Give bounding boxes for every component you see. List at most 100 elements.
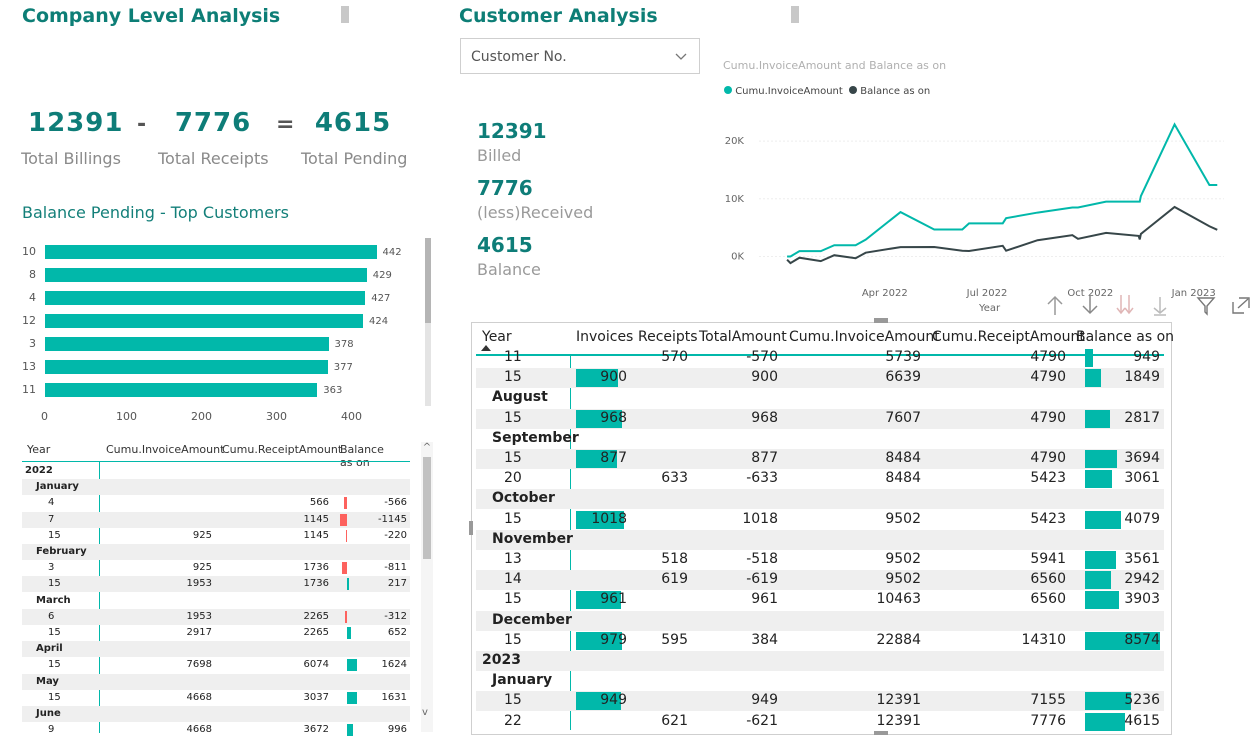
lm-table-row[interactable]: 6 1953 2265 -312 (22, 608, 410, 625)
lm-table-row[interactable]: 15 1953 1736 217 (22, 576, 410, 593)
matrix-resize-handle-left[interactable] (469, 521, 473, 535)
scroll-down-icon[interactable]: v (422, 707, 428, 718)
rm-row-label: 15 (504, 510, 522, 527)
lm-table-row[interactable]: 9 4668 3672 996 (22, 722, 410, 738)
rm-row-label: 15 (504, 369, 522, 386)
rm-cell-inv: 961 (600, 591, 627, 608)
rm-group-row[interactable]: January (476, 671, 1164, 691)
rm-header-receipts[interactable]: Receipts (638, 329, 698, 345)
lm-table-row[interactable]: 15 4668 3037 1631 (22, 690, 410, 706)
lm-group-row[interactable]: March (22, 593, 410, 609)
rm-row-label: 15 (504, 591, 522, 608)
series-line-balance[interactable] (786, 205, 1218, 265)
rm-table-row[interactable]: 13 518 -518 9502 5941 3561 (476, 550, 1164, 570)
rm-table-row[interactable]: 15 979 595 384 22884 14310 8574 (476, 631, 1164, 651)
lm-group-row[interactable]: May (22, 673, 410, 690)
customer-dropdown[interactable]: Customer No. (460, 38, 700, 74)
bar-customer-10[interactable] (45, 245, 377, 259)
legend-balance-label[interactable]: Balance as on (860, 86, 930, 97)
rm-group-row[interactable]: October (476, 489, 1164, 510)
rm-cell-inv: 1018 (591, 510, 627, 527)
rm-header-cumu-receipt[interactable]: Cumu.ReceiptAmount (932, 329, 1085, 345)
rm-group-row[interactable]: November (476, 529, 1164, 550)
customer-title-handle[interactable] (791, 6, 799, 23)
lm-group-row[interactable]: January (22, 479, 410, 496)
rm-balance-databar (1085, 450, 1118, 468)
bar-value-label: 378 (334, 339, 354, 350)
lm-table-row[interactable]: 15 2917 2265 652 (22, 625, 410, 641)
scroll-up-icon[interactable]: ^ (421, 442, 433, 453)
lm-table-row[interactable]: 15 925 1145 -220 (22, 528, 410, 544)
lm-row-label: January (36, 481, 79, 493)
bar-customer-11[interactable] (45, 383, 318, 397)
rm-table-row[interactable]: 11 570 -570 5739 4790 949 (476, 348, 1164, 368)
bar-category-label: 3 (29, 337, 36, 350)
filter-icon[interactable] (1196, 295, 1216, 317)
bar-customer-3[interactable] (45, 337, 329, 351)
company-title-handle[interactable] (341, 6, 349, 23)
legend-invoice-label[interactable]: Cumu.InvoiceAmount (735, 86, 843, 97)
lm-row-label: June (36, 708, 61, 719)
lm-group-row[interactable]: June (22, 706, 410, 722)
rm-group-row[interactable]: September (476, 429, 1164, 449)
rm-cell-cinv: 6639 (885, 369, 921, 386)
rm-table-row[interactable]: 22 621 -621 12391 7776 4615 (476, 712, 1164, 732)
rm-table-row[interactable]: 15 1018 1018 9502 5423 4079 (476, 510, 1164, 530)
lm-header-cumu-invoice[interactable]: Cumu.InvoiceAmount (106, 443, 224, 456)
rm-table-row[interactable]: 15 961 961 10463 6560 3903 (476, 590, 1164, 610)
matrix-resize-handle-bottom[interactable] (874, 731, 888, 735)
rm-row-label: October (492, 490, 555, 507)
rm-table-row[interactable]: 15 968 968 7607 4790 2817 (476, 408, 1164, 429)
bar-customer-13[interactable] (45, 360, 328, 374)
lm-table-row[interactable]: 15 7698 6074 1624 (22, 657, 410, 673)
rm-header-invoices[interactable]: Invoices (576, 329, 633, 345)
rm-table-row[interactable]: 15 949 949 12391 7155 5236 (476, 691, 1164, 712)
bar-customer-4[interactable] (45, 291, 366, 305)
rm-header-year[interactable]: Year (482, 329, 512, 345)
drill-down-icon[interactable] (1080, 294, 1100, 316)
bar-customer-8[interactable] (45, 268, 367, 282)
left-matrix-scrollbar[interactable]: ^ v (421, 442, 433, 732)
rm-cell-tot: -619 (746, 571, 778, 588)
rm-group-row[interactable]: 2023 (476, 651, 1164, 671)
lm-group-row[interactable]: February (22, 544, 410, 560)
lm-table-row[interactable]: 3 925 1736 -811 (22, 560, 410, 576)
drill-up-icon[interactable] (1045, 294, 1065, 316)
rm-header-total[interactable]: TotalAmount (699, 329, 787, 345)
rm-balance-databar (1085, 712, 1126, 731)
lm-cell-inv: 1953 (186, 610, 212, 622)
rm-row-label: 15 (504, 631, 522, 648)
bar-customer-12[interactable] (45, 314, 363, 328)
expand-all-icon[interactable] (1114, 294, 1136, 316)
lm-group-row[interactable]: April (22, 641, 410, 658)
lm-table-row[interactable]: 7 1145 -1145 (22, 511, 410, 528)
matrix-resize-handle-top[interactable] (874, 318, 888, 323)
rm-cell-inv: 900 (600, 369, 627, 386)
focus-mode-icon[interactable] (1231, 295, 1251, 317)
expand-next-level-icon[interactable] (1150, 294, 1170, 316)
lm-cell-rec: 1736 (303, 578, 329, 590)
rm-header-balance[interactable]: Balance as on (1076, 329, 1174, 345)
series-line-cumu-invoice[interactable] (787, 122, 1218, 258)
rm-table-row[interactable]: 14 619 -619 9502 6560 2942 (476, 570, 1164, 591)
rm-table-row[interactable]: 20 633 -633 8484 5423 3061 (476, 469, 1164, 489)
lm-row-label: 15 (48, 529, 61, 541)
rm-header-cumu-invoice[interactable]: Cumu.InvoiceAmount (789, 329, 940, 345)
rm-table-row[interactable]: 15 877 877 8484 4790 3694 (476, 449, 1164, 469)
rm-cell-crec: 4790 (1030, 349, 1066, 365)
lm-cell-rec: 2265 (303, 610, 329, 622)
rm-cell-tot: -518 (746, 551, 778, 567)
lm-header-cumu-receipt[interactable]: Cumu.ReceiptAmount (222, 443, 342, 456)
bar-chart-scrollbar[interactable] (425, 238, 431, 406)
lm-group-row[interactable]: 2022 (22, 463, 410, 479)
rm-group-row[interactable]: December (476, 610, 1164, 631)
rm-table-row[interactable]: 15 900 900 6639 4790 1849 (476, 368, 1164, 389)
rm-balance-databar (1085, 409, 1110, 428)
line-y-tick: 0K (731, 251, 744, 262)
rm-row-label: 13 (504, 551, 522, 567)
rm-group-row[interactable]: August (476, 388, 1164, 408)
lm-table-row[interactable]: 4 566 -566 (22, 495, 410, 511)
rm-cell-inv: 877 (600, 450, 627, 466)
bar-category-label: 11 (22, 383, 36, 396)
lm-header-year[interactable]: Year (27, 443, 50, 456)
